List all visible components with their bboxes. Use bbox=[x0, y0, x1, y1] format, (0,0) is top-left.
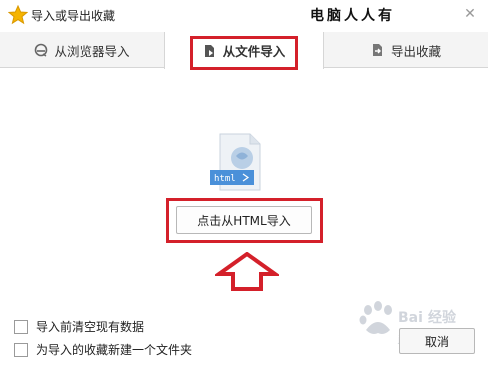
option-clear-existing[interactable]: 导入前清空现有数据 bbox=[14, 318, 144, 335]
option-label: 导入前清空现有数据 bbox=[36, 320, 145, 334]
annotation-arrow-icon bbox=[215, 252, 279, 291]
export-icon bbox=[372, 44, 382, 56]
svg-text:经验: 经验 bbox=[428, 309, 457, 326]
tab-export-favorites[interactable]: 导出收藏 bbox=[324, 32, 488, 68]
option-label: 为导入的收藏新建一个文件夹 bbox=[36, 343, 193, 357]
browser-import-icon bbox=[35, 43, 48, 57]
tab-label: 导出收藏 bbox=[390, 43, 441, 59]
star-icon bbox=[8, 5, 28, 25]
checkbox[interactable] bbox=[14, 319, 28, 334]
cancel-button[interactable]: 取消 bbox=[399, 328, 475, 354]
title-bar: 导入或导出收藏 电脑人人有 ✕ bbox=[0, 0, 488, 30]
svg-text:Bai: Bai bbox=[398, 310, 423, 326]
annotation-highlight-tab bbox=[190, 36, 298, 70]
tab-import-from-browser[interactable]: 从浏览器导入 bbox=[0, 32, 164, 68]
option-new-folder[interactable]: 为导入的收藏新建一个文件夹 bbox=[14, 341, 192, 358]
checkbox[interactable] bbox=[14, 342, 28, 357]
import-html-button[interactable]: 点击从HTML导入 bbox=[176, 206, 312, 234]
tab-label: 从浏览器导入 bbox=[54, 43, 130, 59]
html-file-icon: html bbox=[210, 133, 261, 191]
window-title: 导入或导出收藏 bbox=[31, 9, 116, 23]
file-badge: html bbox=[214, 174, 236, 184]
watermark-caption: 电脑人人有 bbox=[310, 8, 395, 24]
close-button[interactable]: ✕ bbox=[460, 4, 480, 24]
